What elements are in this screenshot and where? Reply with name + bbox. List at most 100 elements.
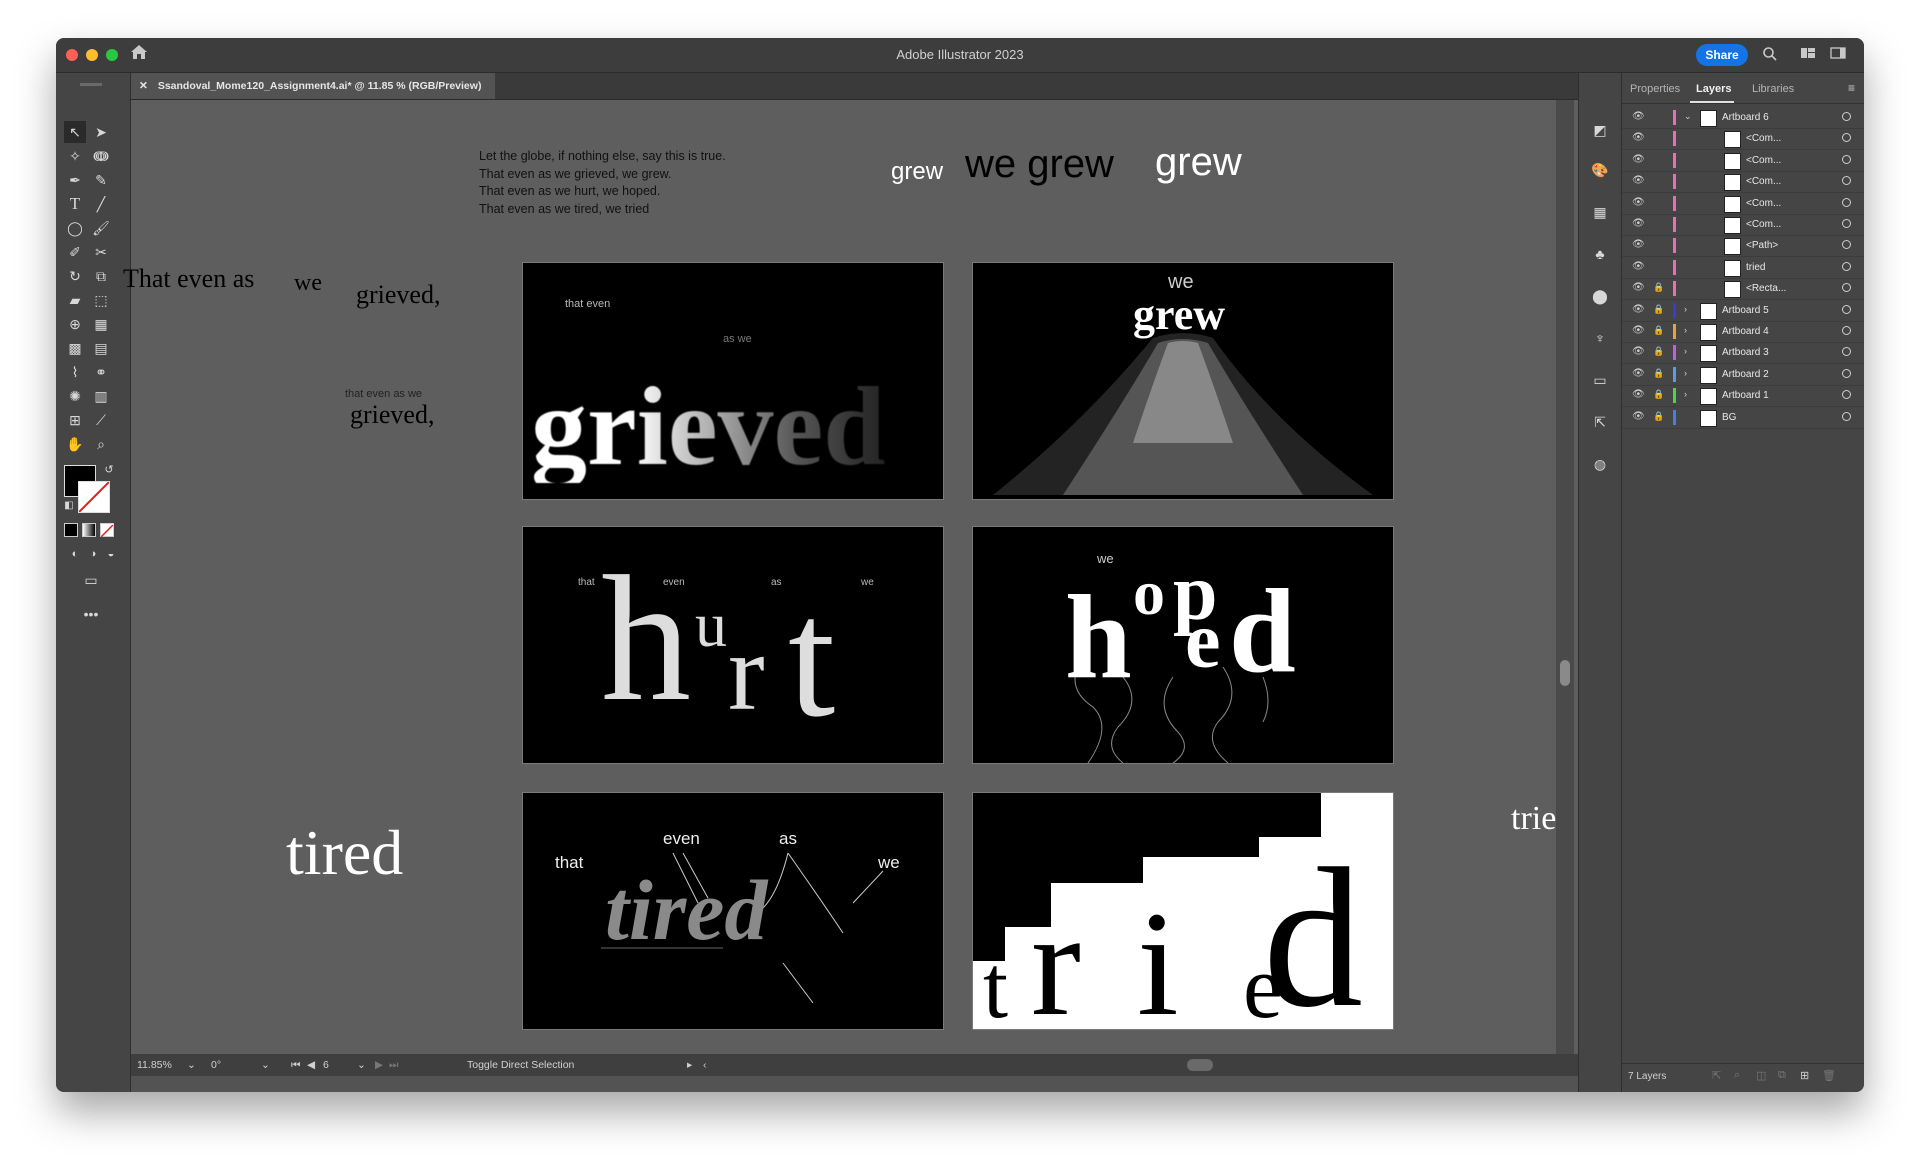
artboard-5[interactable]: that even as we tired xyxy=(522,792,944,1030)
export-panel-icon[interactable]: ⇱ xyxy=(1589,411,1611,433)
visibility-icon[interactable]: 👁 xyxy=(1632,154,1645,165)
target-icon[interactable] xyxy=(1842,133,1851,143)
target-icon[interactable] xyxy=(1842,112,1851,121)
lock-icon[interactable]: 🔒 xyxy=(1653,368,1664,379)
panel-menu-icon[interactable]: ≡ xyxy=(1848,81,1855,95)
poem-text[interactable]: Let the globe, if nothing else, say this… xyxy=(479,148,726,218)
visibility-icon[interactable]: 👁 xyxy=(1632,261,1645,272)
artboard-3[interactable]: that even as we h u r t xyxy=(522,526,944,764)
rotate-dropdown-icon[interactable]: ⌄ xyxy=(261,1059,270,1071)
visibility-icon[interactable]: 👁 xyxy=(1632,197,1645,208)
gradient-panel-icon[interactable]: ▭ xyxy=(1589,369,1611,391)
artboard-number[interactable]: 6 xyxy=(323,1059,329,1071)
lock-icon[interactable]: 🔒 xyxy=(1653,411,1664,422)
collapse-chevron-icon[interactable]: › xyxy=(1684,389,1687,399)
ellipse-tool-icon[interactable]: ◯ xyxy=(64,217,86,239)
direct-selection-tool-icon[interactable]: ➤ xyxy=(90,121,112,143)
color-mode-icon[interactable] xyxy=(64,523,78,537)
visibility-icon[interactable]: 👁 xyxy=(1632,411,1645,422)
zoom-tool-icon[interactable]: ⌕ xyxy=(90,433,112,455)
tab-libraries[interactable]: Libraries xyxy=(1752,83,1794,95)
zoom-level[interactable]: 11.85% xyxy=(137,1059,172,1071)
layer-row[interactable]: 👁 <Com... xyxy=(1622,214,1864,236)
visibility-icon[interactable]: 👁 xyxy=(1632,389,1645,400)
zoom-dropdown-icon[interactable]: ⌄ xyxy=(187,1059,196,1071)
close-tab-icon[interactable]: ✕ xyxy=(139,80,148,92)
target-icon[interactable] xyxy=(1842,240,1851,250)
layer-row[interactable]: 👁 <Com... xyxy=(1622,193,1864,215)
clipping-mask-icon[interactable]: ◫ xyxy=(1756,1069,1766,1082)
target-icon[interactable] xyxy=(1842,219,1851,228)
layer-row[interactable]: 👁 🔒 › Artboard 4 xyxy=(1622,321,1864,343)
workspace-icon[interactable] xyxy=(1800,46,1816,63)
artboard-1[interactable]: that even as we grieved xyxy=(522,262,944,500)
visibility-icon[interactable]: 👁 xyxy=(1632,111,1645,122)
mesh-tool-icon[interactable]: ▩ xyxy=(64,337,86,359)
text-grew-big[interactable]: grew xyxy=(1155,140,1242,185)
canvas[interactable]: Let the globe, if nothing else, say this… xyxy=(123,100,1629,1054)
layer-row[interactable]: 👁 🔒 BG xyxy=(1622,407,1864,429)
target-icon[interactable] xyxy=(1842,304,1851,314)
collapse-chevron-icon[interactable]: › xyxy=(1684,346,1687,356)
layer-row[interactable]: 👁 <Com... xyxy=(1622,171,1864,194)
width-tool-icon[interactable]: ▰ xyxy=(64,289,86,311)
delete-layer-icon[interactable]: 🗑 xyxy=(1822,1069,1836,1082)
collapse-chevron-icon[interactable]: › xyxy=(1684,368,1687,378)
rotate-view[interactable]: 0° xyxy=(211,1059,221,1071)
layer-row[interactable]: 👁 tried xyxy=(1622,257,1864,279)
visibility-icon[interactable]: 👁 xyxy=(1632,346,1645,357)
target-icon[interactable] xyxy=(1842,368,1851,378)
target-icon[interactable] xyxy=(1842,176,1851,186)
last-artboard-icon[interactable]: ⏭ xyxy=(389,1059,398,1072)
lock-icon[interactable]: 🔒 xyxy=(1653,346,1664,357)
target-icon[interactable] xyxy=(1842,283,1851,293)
locate-object-icon[interactable]: ⌕ xyxy=(1734,1069,1740,1082)
layer-row[interactable]: 👁 🔒 › Artboard 1 xyxy=(1622,385,1864,408)
symbols-panel-icon[interactable]: ♣ xyxy=(1589,243,1611,265)
appearance-panel-icon[interactable]: ◍ xyxy=(1589,453,1611,475)
horizontal-scroll-thumb[interactable] xyxy=(1187,1059,1213,1071)
screen-mode-icon[interactable]: ▭ xyxy=(80,569,102,591)
visibility-icon[interactable]: 👁 xyxy=(1632,368,1645,379)
layer-row[interactable]: 👁 🔒 › Artboard 2 xyxy=(1622,364,1864,386)
layer-row[interactable]: 👁 🔒 › Artboard 3 xyxy=(1622,342,1864,365)
text-tired[interactable]: tired xyxy=(286,816,403,890)
visibility-icon[interactable]: 👁 xyxy=(1632,218,1645,229)
more-tools-icon[interactable]: ••• xyxy=(80,603,102,625)
properties-panel-icon[interactable]: ◩ xyxy=(1589,119,1611,141)
draw-inside-icon[interactable]: ◒ xyxy=(100,543,122,565)
text-that-even-as-we-small[interactable]: that even as we xyxy=(345,388,422,400)
expand-chevron-icon[interactable]: ⌄ xyxy=(1684,111,1692,122)
shape-builder-tool-icon[interactable]: ⊕ xyxy=(64,313,86,335)
hscroll-left-icon[interactable]: ‹ xyxy=(703,1059,707,1071)
lock-icon[interactable]: 🔒 xyxy=(1653,389,1664,400)
lock-icon[interactable]: 🔒 xyxy=(1653,325,1664,336)
new-layer-icon[interactable]: ⊞ xyxy=(1800,1069,1809,1082)
visibility-icon[interactable]: 👁 xyxy=(1632,175,1645,186)
share-button[interactable]: Share xyxy=(1696,44,1748,66)
visibility-icon[interactable]: 👁 xyxy=(1632,325,1645,336)
text-we[interactable]: we xyxy=(294,270,322,297)
swap-fill-stroke-icon[interactable]: ↺ xyxy=(98,459,120,481)
stroke-swatch[interactable] xyxy=(78,481,110,513)
artboard-tool-icon[interactable]: ⊞ xyxy=(64,409,86,431)
perspective-grid-tool-icon[interactable]: ▦ xyxy=(90,313,112,335)
magic-wand-tool-icon[interactable]: ✧ xyxy=(64,145,86,167)
artboard-6[interactable]: t r i e d xyxy=(972,792,1394,1030)
layer-row[interactable]: 👁 <Com... xyxy=(1622,150,1864,172)
panel-toggle-icon[interactable] xyxy=(1830,46,1846,63)
lock-icon[interactable]: 🔒 xyxy=(1653,282,1664,293)
text-grieved-2[interactable]: grieved, xyxy=(350,400,434,430)
paintbrush-tool-icon[interactable]: 🖌 xyxy=(90,217,112,239)
gradient-mode-icon[interactable] xyxy=(82,523,96,537)
target-icon[interactable] xyxy=(1842,261,1851,271)
color-panel-icon[interactable]: 🎨 xyxy=(1589,159,1611,181)
text-grew-small[interactable]: grew xyxy=(891,158,943,186)
text-that-even-as[interactable]: That even as xyxy=(123,264,254,294)
brushes-panel-icon[interactable]: ⬤ xyxy=(1589,285,1611,307)
target-icon[interactable] xyxy=(1842,411,1851,421)
graph-tool-icon[interactable]: ▥ xyxy=(90,385,112,407)
collapse-chevron-icon[interactable]: › xyxy=(1684,304,1687,314)
layer-row[interactable]: 👁 <Com... xyxy=(1622,128,1864,151)
visibility-icon[interactable]: 👁 xyxy=(1632,239,1645,250)
